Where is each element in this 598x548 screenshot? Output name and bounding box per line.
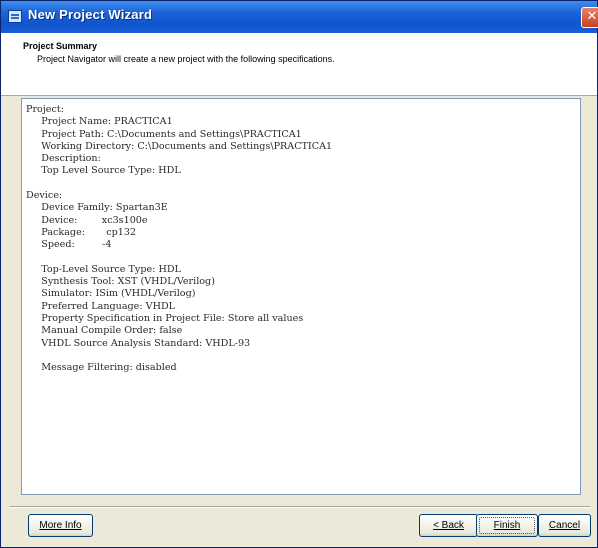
more-info-label: More Info bbox=[39, 519, 82, 531]
close-icon: ✕ bbox=[586, 9, 598, 24]
back-button[interactable]: < Back bbox=[419, 514, 478, 537]
finish-label: Finish bbox=[493, 519, 521, 531]
wizard-window: New Project Wizard ✕ Project Summary Pro… bbox=[0, 0, 598, 548]
wizard-header: Project Summary Project Navigator will c… bbox=[1, 33, 597, 96]
more-info-button[interactable]: More Info bbox=[28, 514, 93, 537]
close-button[interactable]: ✕ bbox=[581, 7, 598, 28]
cancel-button[interactable]: Cancel bbox=[538, 514, 591, 537]
summary-text: Project: Project Name: PRACTICA1 Project… bbox=[26, 104, 333, 374]
button-separator bbox=[9, 506, 591, 508]
page-title: Project Summary bbox=[23, 41, 98, 51]
finish-button[interactable]: Finish bbox=[476, 514, 538, 537]
title-bar[interactable]: New Project Wizard ✕ bbox=[1, 1, 598, 33]
summary-textbox[interactable]: Project: Project Name: PRACTICA1 Project… bbox=[21, 98, 581, 495]
window-title: New Project Wizard bbox=[28, 7, 153, 22]
cancel-label: Cancel bbox=[548, 519, 581, 531]
page-subtitle: Project Navigator will create a new proj… bbox=[37, 54, 335, 64]
back-label: < Back bbox=[433, 519, 464, 531]
wizard-app-icon bbox=[8, 10, 22, 23]
